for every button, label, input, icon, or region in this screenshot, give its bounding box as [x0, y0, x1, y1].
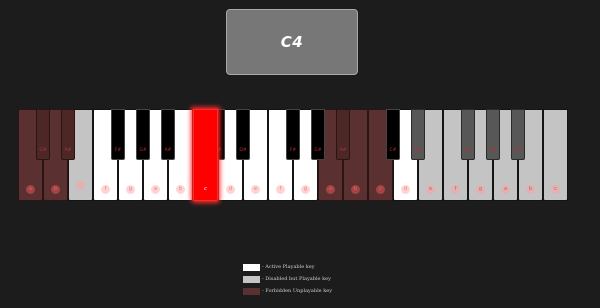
key-note-label: a	[26, 185, 35, 194]
key-note-label: e	[251, 185, 260, 194]
current-note-display: C4	[226, 9, 358, 75]
key-note-label: c	[203, 186, 208, 192]
black-key[interactable]: A#	[161, 109, 175, 160]
key-note-label: b	[51, 185, 60, 194]
key-note-label: b	[351, 185, 360, 194]
black-key[interactable]: D#	[411, 109, 425, 160]
key-note-label: G#	[39, 148, 47, 153]
key-note-label: D#	[414, 148, 422, 153]
key-note-label: F#	[464, 148, 472, 153]
key-note-label: f	[276, 185, 285, 194]
black-key[interactable]: G#	[486, 109, 500, 160]
legend-swatch	[243, 264, 260, 271]
legend-swatch	[243, 276, 260, 283]
legend-label: - Forbidden Unplayable key	[262, 288, 333, 294]
black-key[interactable]: C#	[386, 109, 400, 160]
black-key: A#	[61, 109, 75, 160]
key-note-label: F#	[114, 148, 122, 153]
white-key[interactable]: c	[193, 109, 218, 201]
key-note-label: a	[326, 185, 335, 194]
black-key[interactable]: F#	[461, 109, 475, 160]
key-note-label: A#	[514, 148, 522, 153]
key-note-label: A#	[64, 148, 72, 153]
black-key[interactable]: A#	[511, 109, 525, 160]
key-note-label: e	[426, 185, 435, 194]
key-note-label: A#	[164, 148, 172, 153]
piano-keyboard: a b f g a b c d e f g a b c d e f g a b c G# A# F# G# A# C# D# F# G# A…	[18, 109, 568, 202]
key-note-label: d	[226, 185, 235, 194]
black-key: G#	[36, 109, 50, 160]
black-key: A#	[336, 109, 350, 160]
legend-swatch	[243, 288, 260, 295]
legend-label: - Active Playable key	[262, 264, 315, 270]
legend-label: - Disabled but Playable key	[262, 276, 331, 282]
key-note-label: A#	[339, 148, 347, 153]
key-note-label: g	[126, 185, 135, 194]
key-note-label	[76, 181, 85, 190]
white-key[interactable]: c	[543, 109, 568, 201]
key-note-label: a	[501, 185, 510, 194]
key-note-label: c	[376, 185, 385, 194]
key-note-label: a	[151, 185, 160, 194]
key-note-label: c	[551, 185, 560, 194]
black-key[interactable]: F#	[111, 109, 125, 160]
key-note-label: b	[526, 185, 535, 194]
key-note-label: f	[101, 185, 110, 194]
current-note-label: C4	[280, 33, 304, 51]
black-key[interactable]: D#	[236, 109, 250, 160]
black-key[interactable]: G#	[311, 109, 325, 160]
key-note-label: d	[401, 185, 410, 194]
key-note-label: G#	[139, 148, 147, 153]
key-note-label: C#	[389, 148, 397, 153]
key-note-label: G#	[489, 148, 497, 153]
key-note-label: f	[451, 185, 460, 194]
black-key[interactable]: F#	[286, 109, 300, 160]
key-note-label: D#	[239, 148, 247, 153]
black-key[interactable]: G#	[136, 109, 150, 160]
key-note-label: g	[476, 185, 485, 194]
key-note-label: G#	[314, 148, 322, 153]
key-note-label: F#	[289, 148, 297, 153]
key-note-label: b	[176, 185, 185, 194]
key-note-label: g	[301, 185, 310, 194]
